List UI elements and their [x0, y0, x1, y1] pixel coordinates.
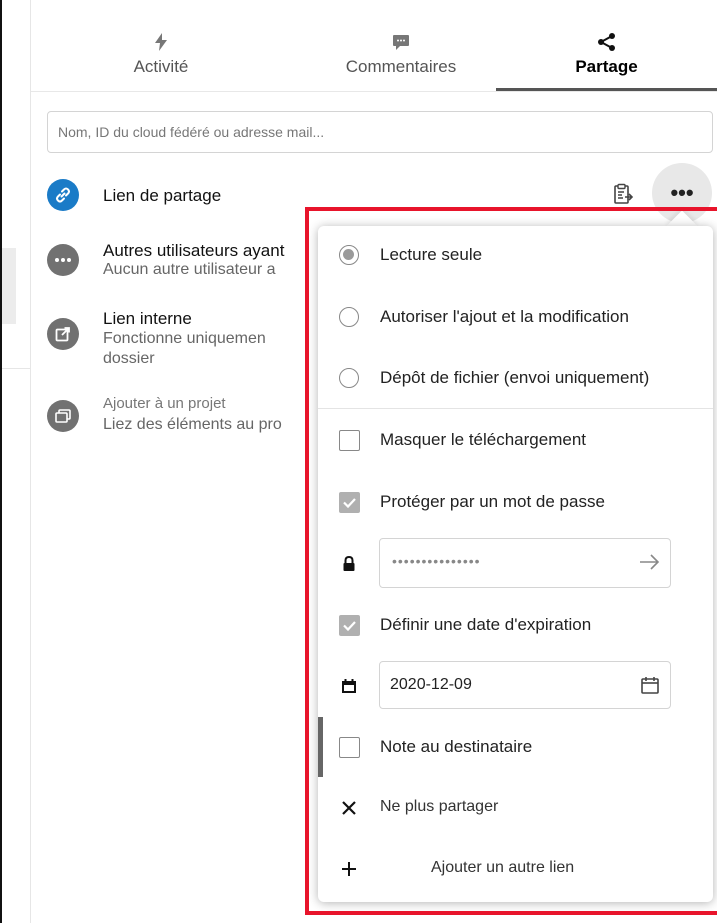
internal-link-title: Lien interne	[103, 309, 192, 328]
menu-item-label: Ne plus partager	[380, 798, 499, 815]
menu-item-label: Protéger par un mot de passe	[380, 492, 605, 511]
password-field[interactable]: •••••••••••••••	[379, 538, 671, 588]
other-users-title: Autres utilisateurs ayant	[103, 241, 285, 260]
external-link-icon	[47, 318, 79, 350]
sidebar-divider	[30, 0, 31, 923]
permission-allow-edit[interactable]: Autoriser l'ajout et la modification	[318, 288, 713, 348]
tab-label: Activité	[133, 57, 189, 76]
checkbox-checked[interactable]	[339, 615, 360, 636]
submit-arrow-icon[interactable]	[638, 552, 660, 577]
expiration-date-option[interactable]: Définir une date d'expiration	[318, 596, 713, 656]
checkbox-checked[interactable]	[339, 492, 360, 513]
menu-item-label: Définir une date d'expiration	[380, 615, 592, 634]
lock-icon	[340, 555, 358, 573]
share-link-title: Lien de partage	[103, 186, 222, 205]
plus-icon	[339, 859, 361, 881]
share-search-input[interactable]: Nom, ID du cloud fédéré ou adresse mail.…	[47, 111, 713, 153]
calendar-small-icon	[340, 677, 358, 695]
search-placeholder: Nom, ID du cloud fédéré ou adresse mail.…	[58, 124, 325, 140]
internal-link-subtitle: Fonctionne uniquemen	[103, 330, 266, 347]
tabs-divider	[31, 91, 717, 92]
menu-item-label: Ajouter un autre lien	[431, 859, 575, 876]
expiration-date-value: 2020-12-09	[390, 676, 472, 693]
tab-commentaires[interactable]: Commentaires	[301, 0, 501, 92]
expiration-date-picker[interactable]: 2020-12-09	[379, 661, 671, 709]
sidebar-rule	[2, 368, 31, 369]
menu-item-label: Note au destinataire	[380, 737, 533, 756]
comment-bubble-icon	[392, 31, 410, 53]
ellipsis-icon: •••	[670, 180, 694, 205]
tab-label: Partage	[575, 57, 638, 76]
window-left-border	[0, 0, 2, 923]
permission-read-only[interactable]: Lecture seule	[318, 226, 713, 286]
tab-activite[interactable]: Activité	[91, 0, 231, 92]
more-dots-icon	[47, 244, 79, 276]
share-icon	[597, 31, 617, 53]
sidebar-scroll-block	[2, 248, 16, 324]
link-icon	[47, 179, 79, 211]
note-recipient-option[interactable]: Note au destinataire	[318, 718, 713, 778]
share-options-menu: Lecture seule Autoriser l'ajout et la mo…	[318, 226, 713, 902]
tab-partage[interactable]: Partage	[496, 0, 717, 92]
other-users-subtitle: Aucun autre utilisateur a	[103, 261, 276, 278]
menu-item-label: Masquer le téléchargement	[380, 430, 587, 449]
internal-link-subtitle-line2: dossier	[103, 350, 155, 367]
password-protect-option[interactable]: Protéger par un mot de passe	[318, 473, 713, 533]
focus-indicator	[318, 717, 323, 777]
radio-unselected[interactable]	[339, 368, 359, 388]
radio-unselected[interactable]	[339, 307, 359, 327]
activity-bolt-icon	[154, 31, 168, 53]
sidebar-tabs: Activité Commentaires Partage	[31, 0, 717, 92]
hide-download-option[interactable]: Masquer le téléchargement	[318, 411, 713, 471]
checkbox-unchecked[interactable]	[339, 430, 360, 451]
permission-file-drop[interactable]: Dépôt de fichier (envoi uniquement)	[318, 349, 713, 409]
copy-link-clipboard-icon[interactable]	[612, 183, 634, 205]
checkbox-unchecked[interactable]	[339, 737, 360, 758]
tab-label: Commentaires	[345, 57, 457, 76]
radio-selected[interactable]	[339, 245, 359, 265]
add-another-link-action[interactable]: Ajouter un autre lien	[318, 840, 713, 900]
unshare-action[interactable]: Ne plus partager	[318, 779, 713, 839]
add-project-title: Ajouter à un projet	[103, 395, 226, 412]
menu-separator	[318, 408, 713, 409]
menu-item-label: Lecture seule	[380, 245, 483, 264]
project-windows-icon	[47, 400, 79, 432]
calendar-icon[interactable]	[640, 675, 660, 700]
menu-item-label: Dépôt de fichier (envoi uniquement)	[380, 368, 650, 387]
menu-item-label: Autoriser l'ajout et la modification	[380, 307, 629, 326]
close-icon	[339, 798, 361, 820]
add-project-subtitle: Liez des éléments au pro	[103, 416, 282, 433]
password-value: •••••••••••••••	[392, 553, 481, 569]
